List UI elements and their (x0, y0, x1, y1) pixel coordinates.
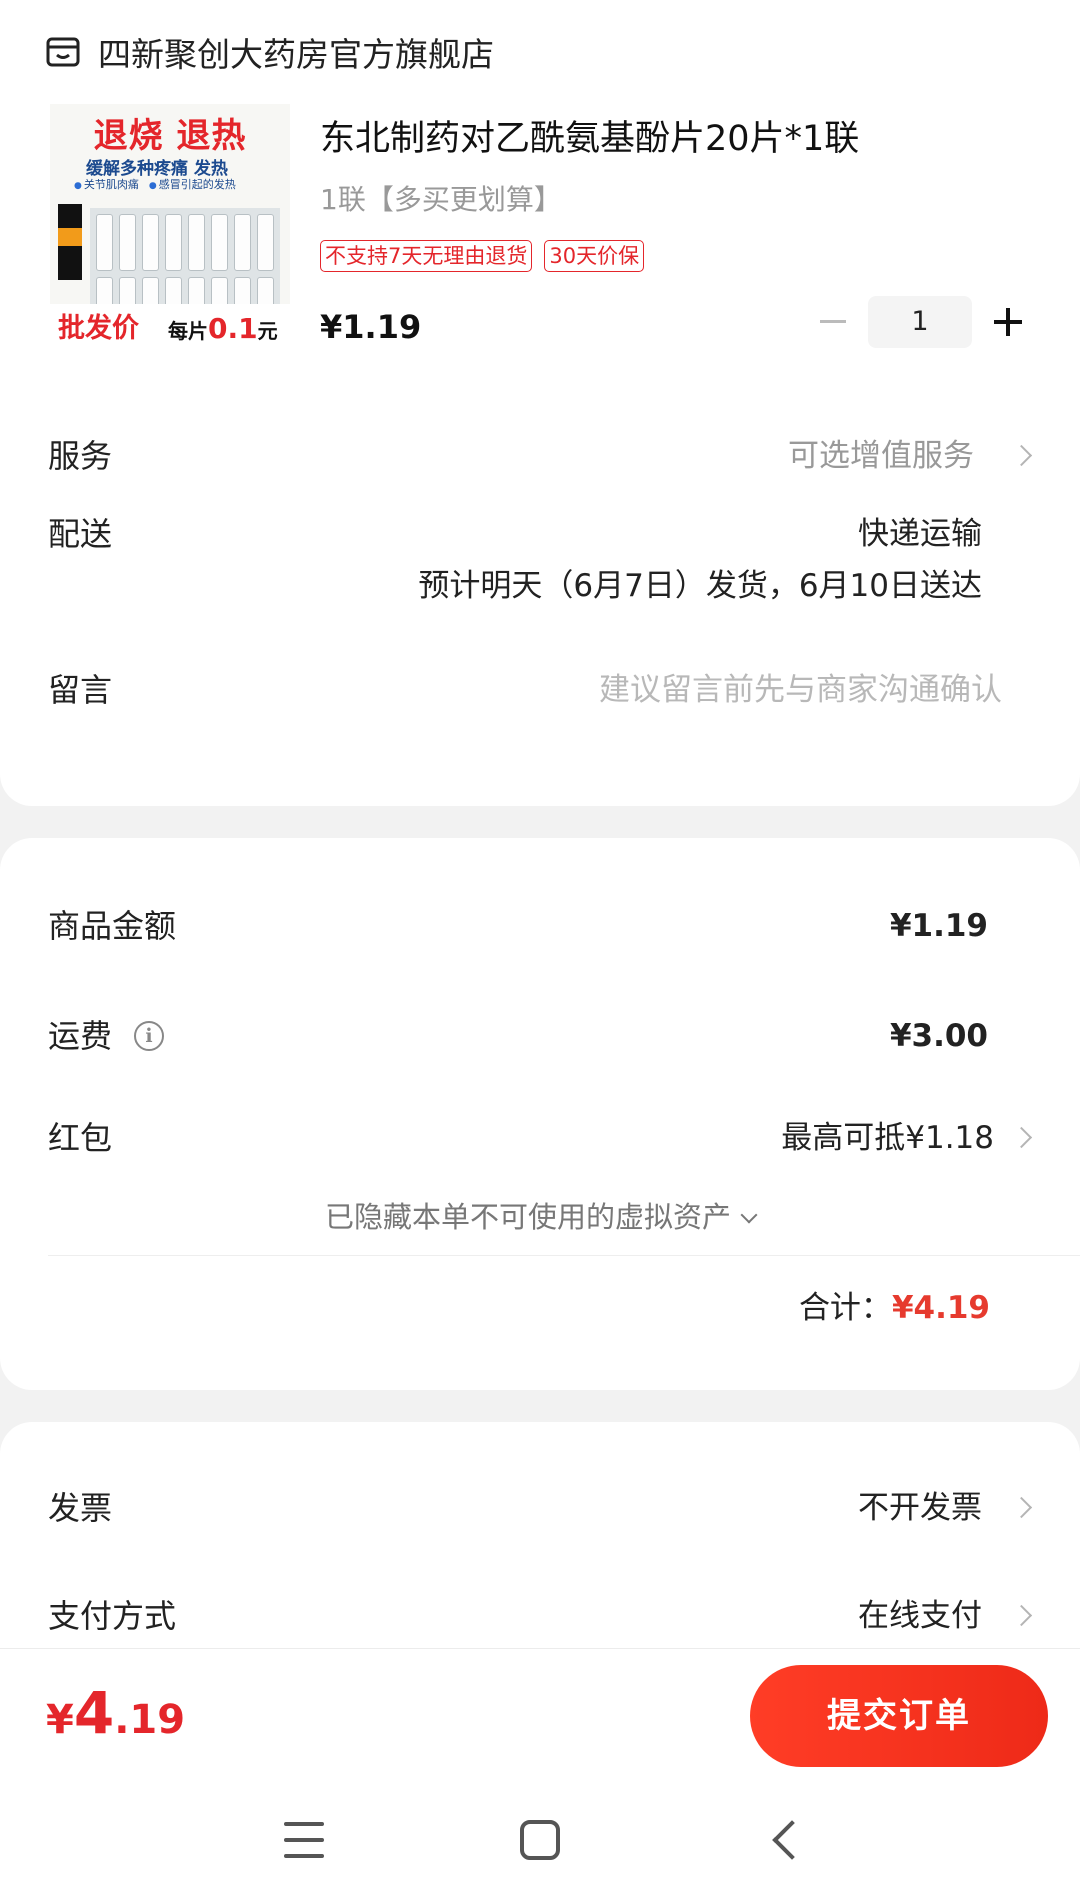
shipping-row: 运费 i ¥3.00 (48, 1006, 1080, 1066)
quantity-input[interactable]: 1 (868, 296, 972, 348)
chevron-right-icon (1010, 1602, 1038, 1630)
chevron-right-icon (1010, 1494, 1038, 1522)
delivery-estimate: 预计明天（6月7日）发货，6月10日送达 (418, 568, 982, 604)
delivery-row: 配送 快递运输 (48, 504, 1080, 564)
recent-apps-icon[interactable] (284, 1822, 324, 1858)
chevron-right-icon (1010, 442, 1038, 470)
product-image-tag: 关节肌肉痛 (74, 176, 139, 192)
total-value: ¥4.19 (891, 1290, 990, 1326)
goods-amount-row: 商品金额 ¥1.19 (48, 896, 1080, 956)
divider (48, 1255, 1080, 1256)
message-label: 留言 (48, 671, 113, 709)
back-icon[interactable] (770, 1824, 798, 1852)
product-image-headline: 退烧 退热 (93, 116, 247, 156)
policy-tag: 不支持7天无理由退货 (320, 240, 533, 272)
quantity-decrease-button[interactable] (820, 300, 848, 344)
payment-row[interactable]: 支付方式 在线支付 (48, 1586, 1080, 1646)
shipping-value: ¥3.00 (889, 1018, 988, 1054)
per-tablet-price: 每片0.1元 (168, 312, 278, 345)
shop-name: 四新聚创大药房官方旗舰店 (98, 35, 494, 74)
chevron-right-icon (1010, 1124, 1038, 1152)
product-image-tags: 关节肌肉痛 感冒引起的发热 (74, 176, 236, 192)
delivery-method: 快递运输 (858, 516, 982, 552)
policy-tag: 30天价保 (544, 240, 645, 272)
checkout-bar: ¥4.19 提交订单 (0, 1648, 1080, 1788)
redpacket-value: 最高可抵¥1.18 (781, 1120, 994, 1156)
bulk-price-label: 批发价 (58, 313, 139, 344)
product-spec[interactable]: 1联【多买更划算】 (320, 178, 562, 218)
message-input[interactable]: 建议留言前先与商家沟通确认 (599, 660, 1002, 720)
shop-header[interactable]: 四新聚创大药房官方旗舰店 (46, 28, 494, 76)
shop-icon (46, 37, 80, 67)
info-icon[interactable]: i (134, 1021, 164, 1051)
redpacket-label: 红包 (48, 1119, 113, 1157)
product-title[interactable]: 东北制药对乙酰氨基酚片20片*1联 (320, 110, 859, 161)
delivery-label: 配送 (48, 515, 113, 553)
product-image-price-strip: 批发价 每片0.1元 (50, 304, 290, 345)
invoice-label: 发票 (48, 1489, 113, 1527)
total-row: 合计：¥4.19 (799, 1282, 990, 1327)
goods-amount-value: ¥1.19 (889, 908, 988, 944)
message-row[interactable]: 留言 建议留言前先与商家沟通确认 (48, 660, 1080, 720)
redpacket-row[interactable]: 红包 最高可抵¥1.18 (48, 1108, 1080, 1168)
shipping-label: 运费 (48, 1017, 113, 1055)
chevron-down-icon (740, 1206, 758, 1224)
total-label: 合计： (798, 1290, 892, 1326)
service-value: 可选增值服务 (788, 438, 974, 474)
invoice-value: 不开发票 (858, 1490, 982, 1526)
invoice-row[interactable]: 发票 不开发票 (48, 1478, 1080, 1538)
checkout-total: ¥4.19 (46, 1679, 186, 1747)
product-price: ¥1.19 (320, 308, 422, 346)
system-nav-bar (0, 1788, 1080, 1903)
submit-order-button[interactable]: 提交订单 (750, 1665, 1048, 1767)
product-card: 四新聚创大药房官方旗舰店 退烧 退热 缓解多种疼痛 发热 关节肌肉痛 感冒引起的… (0, 0, 1080, 806)
service-label: 服务 (48, 437, 113, 475)
service-row[interactable]: 服务 可选增值服务 (48, 426, 1080, 486)
quantity-increase-button[interactable] (992, 302, 1026, 342)
product-image-tag: 感冒引起的发热 (149, 176, 236, 192)
medicine-box-graphic (58, 204, 82, 280)
payment-label: 支付方式 (48, 1597, 177, 1635)
hidden-assets-toggle[interactable]: 已隐藏本单不可使用的虚拟资产 (0, 1194, 1080, 1236)
hidden-assets-text: 已隐藏本单不可使用的虚拟资产 (324, 1200, 731, 1234)
goods-amount-label: 商品金额 (48, 907, 177, 945)
home-icon[interactable] (520, 1820, 560, 1860)
payment-value: 在线支付 (858, 1598, 982, 1634)
product-tags: 不支持7天无理由退货 30天价保 (320, 240, 645, 272)
